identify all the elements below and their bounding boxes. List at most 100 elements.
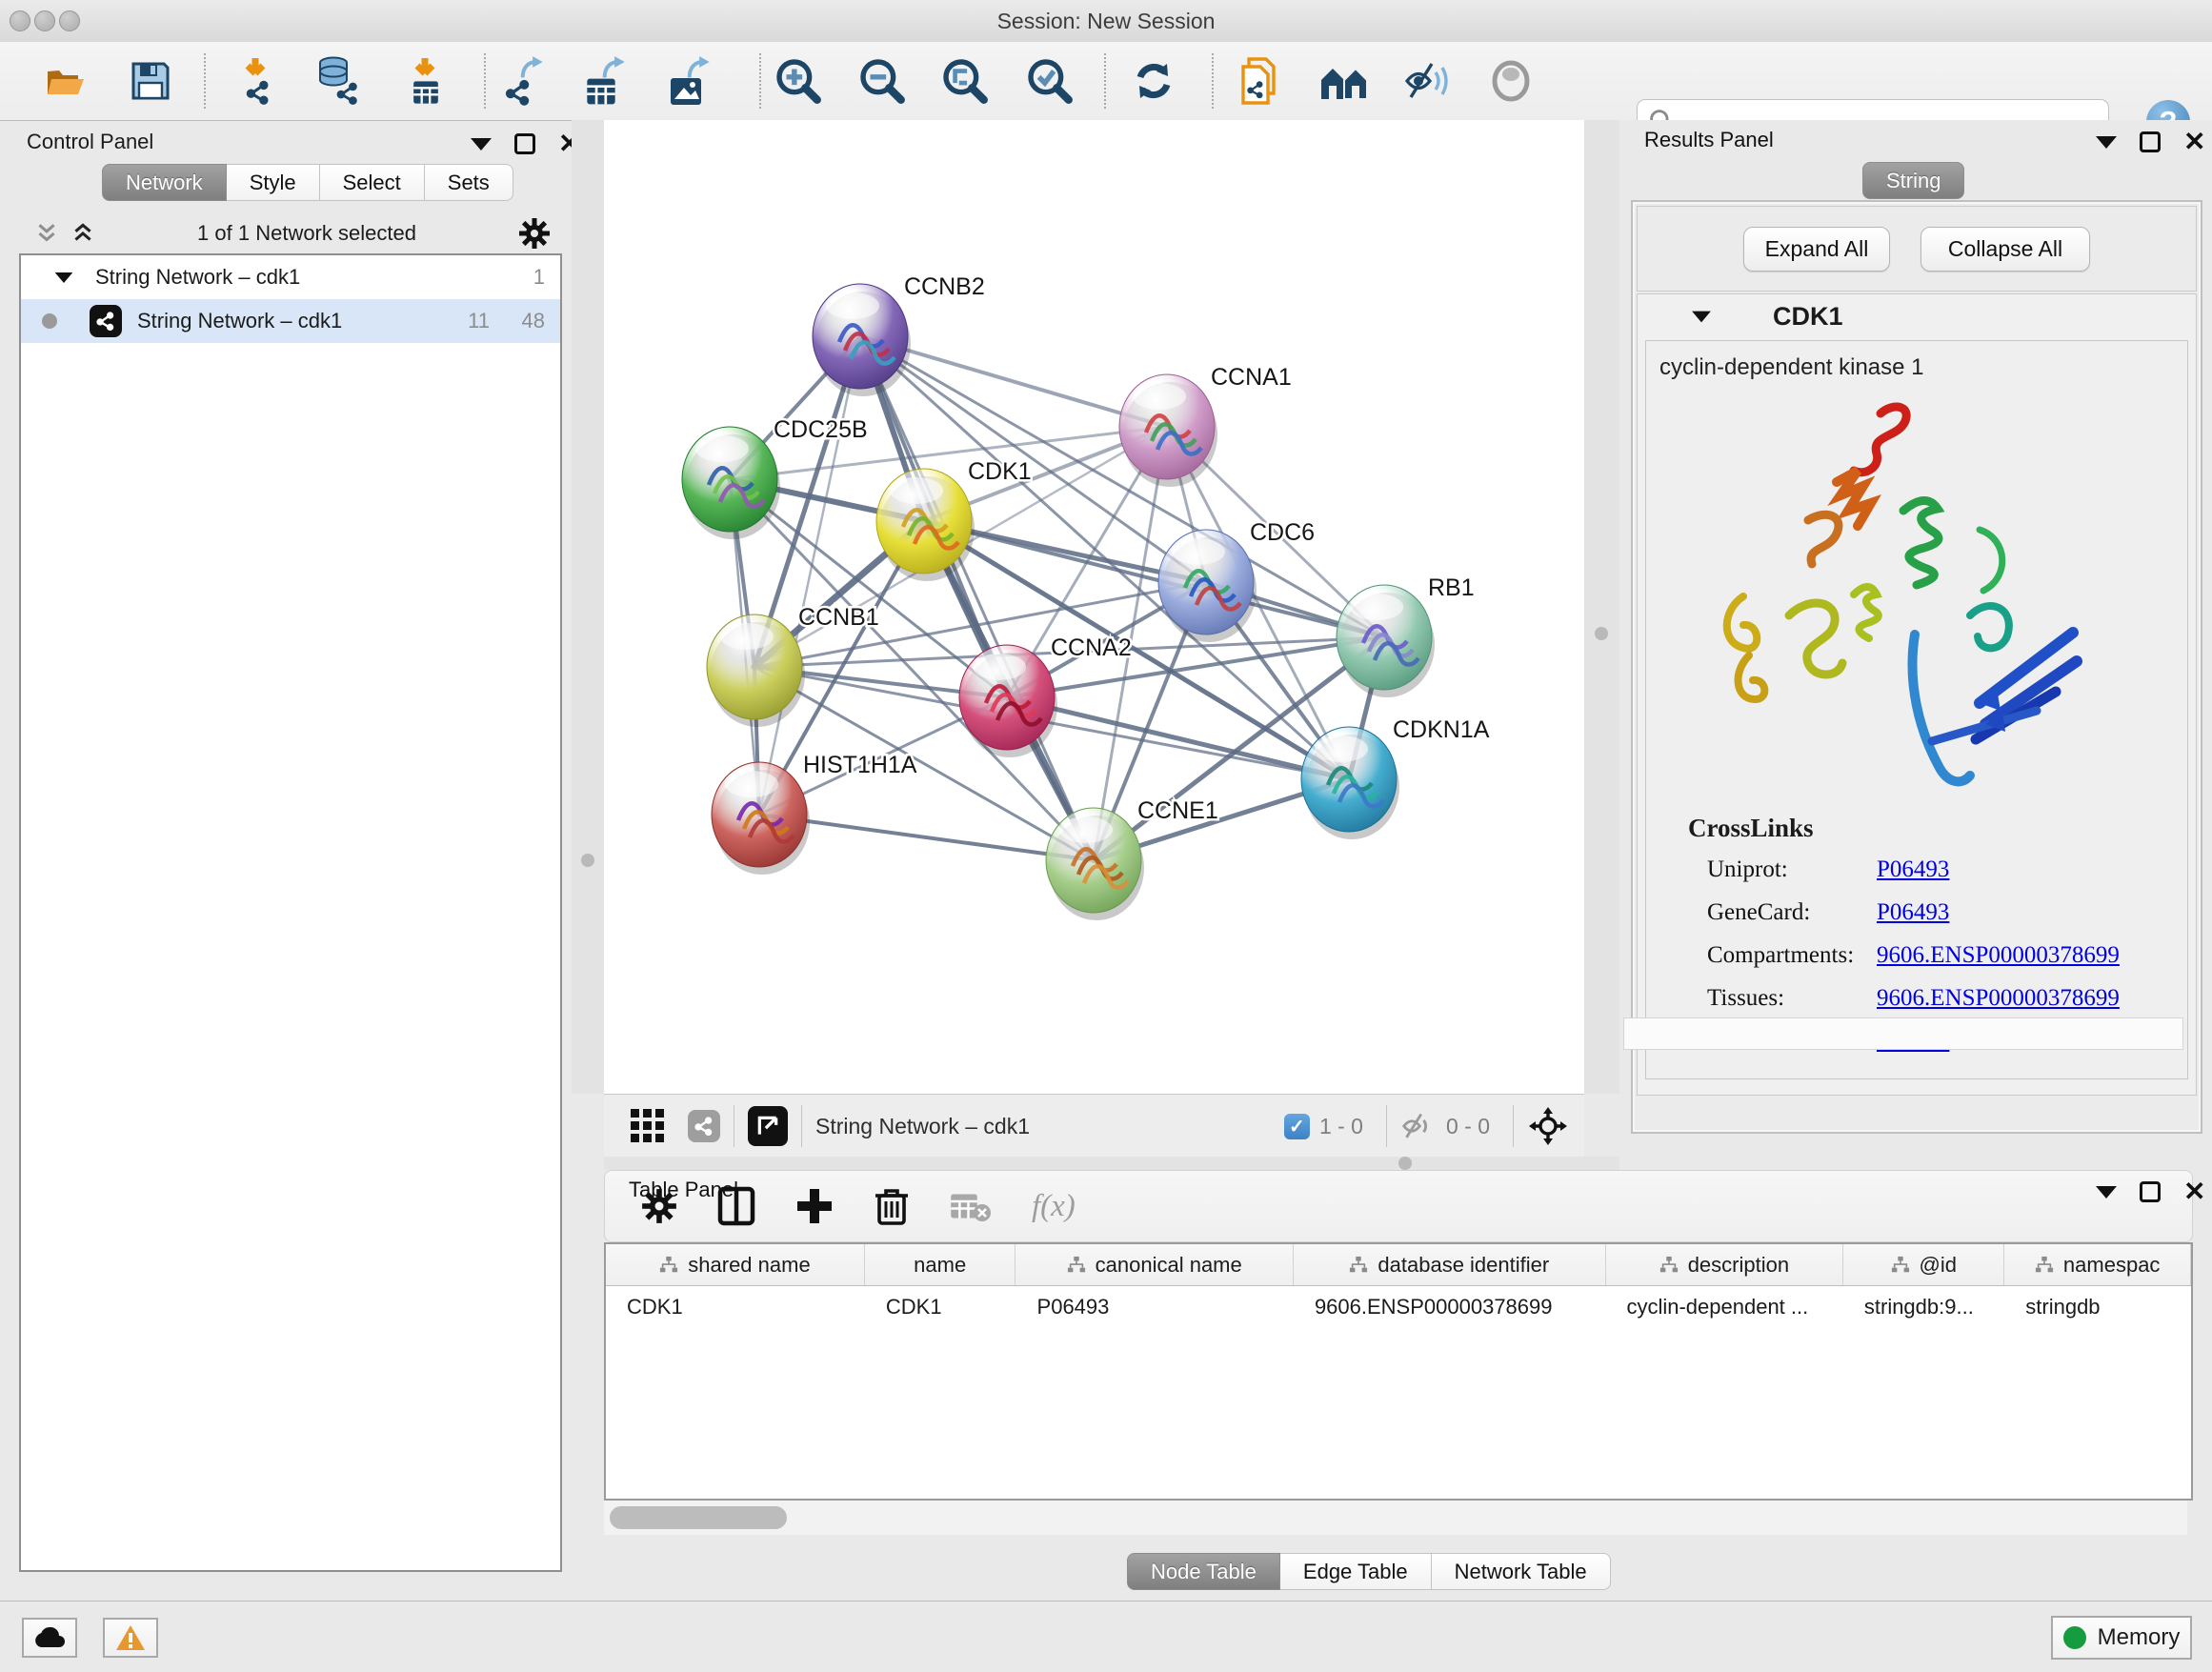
save-session-icon[interactable] <box>123 53 178 109</box>
open-session-icon[interactable] <box>37 53 92 109</box>
edge-CCNB2-CCNE1[interactable] <box>860 336 1094 860</box>
column-header-canonical-name[interactable]: canonical name <box>1016 1244 1294 1285</box>
cloud-button[interactable] <box>22 1618 77 1658</box>
results-scrollbar[interactable] <box>1623 1017 2183 1050</box>
tab-string[interactable]: String <box>1862 162 1964 199</box>
fit-selected-crosshair-icon[interactable] <box>1527 1105 1569 1147</box>
crosslink-link[interactable]: 9606.ENSP00000378699 <box>1877 985 2120 1012</box>
tab-network[interactable]: Network <box>102 164 227 201</box>
crosslink-link[interactable]: P06493 <box>1877 899 1949 926</box>
column-header-database-identifier[interactable]: database identifier <box>1294 1244 1606 1285</box>
tab-edge-table[interactable]: Edge Table <box>1280 1553 1432 1590</box>
column-header-name[interactable]: name <box>865 1244 1016 1285</box>
zoom-selected-icon[interactable] <box>1022 53 1077 109</box>
table-cell[interactable]: stringdb:9... <box>1843 1286 2004 1327</box>
table-cell[interactable]: stringdb <box>2004 1286 2191 1327</box>
cdk1-section-header[interactable]: CDK1 <box>1638 294 2196 338</box>
add-column-icon[interactable] <box>795 1187 834 1225</box>
node-HIST1H1A[interactable]: HIST1H1A <box>712 752 917 875</box>
divider-handle[interactable] <box>581 854 594 867</box>
table-cell[interactable]: CDK1 <box>865 1286 1016 1327</box>
inactive-eye-icon[interactable] <box>1483 53 1538 109</box>
control-panel-float-icon[interactable] <box>514 133 535 154</box>
function-builder-icon[interactable]: f(x) <box>1032 1189 1076 1224</box>
collapse-all-button[interactable]: Collapse All <box>1920 227 2090 272</box>
export-table-icon[interactable] <box>577 53 633 109</box>
import-network-database-icon[interactable] <box>310 53 365 109</box>
network-row-selected[interactable]: String Network – cdk1 11 48 <box>21 299 560 343</box>
houses-icon[interactable] <box>1317 53 1372 109</box>
node-table[interactable]: shared namenamecanonical namedatabase id… <box>604 1242 2193 1501</box>
clone-network-icon[interactable] <box>1232 53 1287 109</box>
node-CDC25B[interactable]: CDC25B <box>682 416 868 539</box>
results-panel-close-icon[interactable]: ✕ <box>2183 131 2205 152</box>
warning-button[interactable] <box>103 1618 158 1658</box>
export-network-icon[interactable] <box>495 53 551 109</box>
node-CCNB1[interactable]: CCNB1 <box>707 604 879 727</box>
column-header-namespac[interactable]: namespac <box>2004 1244 2191 1285</box>
refresh-view-icon[interactable] <box>1126 53 1181 109</box>
tab-node-table[interactable]: Node Table <box>1127 1553 1280 1590</box>
tab-select[interactable]: Select <box>320 164 425 201</box>
selected-checkbox-icon[interactable]: ✓ <box>1284 1114 1310 1139</box>
zoom-out-icon[interactable] <box>855 53 910 109</box>
zoom-in-icon[interactable] <box>771 53 826 109</box>
right-pane-divider[interactable] <box>1584 120 1619 1094</box>
import-table-file-icon[interactable] <box>397 53 452 109</box>
splitter-handle[interactable] <box>1398 1157 1412 1170</box>
table-horizontal-scrollbar[interactable] <box>604 1501 2187 1535</box>
import-network-file-icon[interactable] <box>231 53 286 109</box>
node-CCNA1[interactable]: CCNA1 <box>1119 364 1292 487</box>
network-options-gear-icon[interactable] <box>518 217 551 250</box>
table-panel-float-icon[interactable] <box>2140 1181 2161 1202</box>
tab-style[interactable]: Style <box>227 164 320 201</box>
table-row[interactable]: CDK1CDK1P064939606.ENSP00000378699cyclin… <box>606 1286 2191 1327</box>
export-image-icon[interactable] <box>662 53 717 109</box>
collection-expand-icon[interactable] <box>55 272 73 282</box>
memory-button[interactable]: Memory <box>2051 1616 2192 1660</box>
edge-CCNB2-HIST1H1A[interactable] <box>759 336 860 815</box>
column-header-@id[interactable]: @id <box>1843 1244 2004 1285</box>
grid-view-icon[interactable] <box>629 1107 667 1145</box>
crosslink-row: Compartments:9606.ENSP00000378699 <box>1707 942 2187 969</box>
column-header-description[interactable]: description <box>1606 1244 1843 1285</box>
table-cell[interactable]: CDK1 <box>606 1286 865 1327</box>
node-CCNB2[interactable]: CCNB2 <box>813 273 985 396</box>
results-panel-menu-icon[interactable] <box>2096 136 2117 149</box>
birds-eye-view-icon[interactable] <box>748 1106 788 1146</box>
column-header-shared-name[interactable]: shared name <box>606 1244 865 1285</box>
divider-handle[interactable] <box>1595 627 1608 640</box>
control-panel-menu-icon[interactable] <box>471 138 492 151</box>
toolbar-separator <box>484 53 486 109</box>
section-collapse-icon[interactable] <box>1692 311 1711 322</box>
tab-sets[interactable]: Sets <box>425 164 513 201</box>
left-pane-divider[interactable] <box>572 120 604 1094</box>
expand-all-button[interactable]: Expand All <box>1743 227 1890 272</box>
hide-graphics-icon[interactable] <box>1400 53 1456 109</box>
zoom-fit-icon[interactable] <box>937 53 993 109</box>
network-share-view-icon[interactable] <box>688 1110 720 1142</box>
node-label-CDC6: CDC6 <box>1250 519 1315 546</box>
node-CCNE1[interactable]: CCNE1 <box>1046 797 1218 920</box>
collapse-all-tree-icon[interactable] <box>70 221 95 246</box>
crosslink-link[interactable]: P06493 <box>1877 856 1949 883</box>
node-RB1[interactable]: RB1 <box>1337 574 1475 697</box>
delete-column-icon[interactable] <box>874 1186 910 1226</box>
table-panel-menu-icon[interactable] <box>2096 1186 2117 1199</box>
delete-table-icon[interactable] <box>950 1190 992 1222</box>
tab-network-table[interactable]: Network Table <box>1432 1553 1611 1590</box>
expand-all-tree-icon[interactable] <box>34 221 59 246</box>
node-CDKN1A[interactable]: CDKN1A <box>1301 716 1490 839</box>
results-panel-float-icon[interactable] <box>2140 131 2161 152</box>
table-cell[interactable]: cyclin-dependent ... <box>1605 1286 1842 1327</box>
table-panel-close-icon[interactable]: ✕ <box>2183 1181 2205 1202</box>
table-cell[interactable]: P06493 <box>1016 1286 1294 1327</box>
table-cell[interactable]: 9606.ENSP00000378699 <box>1294 1286 1606 1327</box>
crosslink-row: Uniprot:P06493 <box>1707 856 2187 883</box>
edge-CDK1-RB1[interactable] <box>924 521 1384 637</box>
node-CDC6[interactable]: CDC6 <box>1158 519 1315 642</box>
network-canvas[interactable]: CCNB2CCNA1CDC25BCDK1CDC6RB1CCNB1CCNA2CDK… <box>604 120 1584 1094</box>
scrollbar-thumb[interactable] <box>610 1506 787 1529</box>
crosslink-link[interactable]: 9606.ENSP00000378699 <box>1877 942 2120 969</box>
network-collection-row[interactable]: String Network – cdk1 1 <box>21 255 560 299</box>
